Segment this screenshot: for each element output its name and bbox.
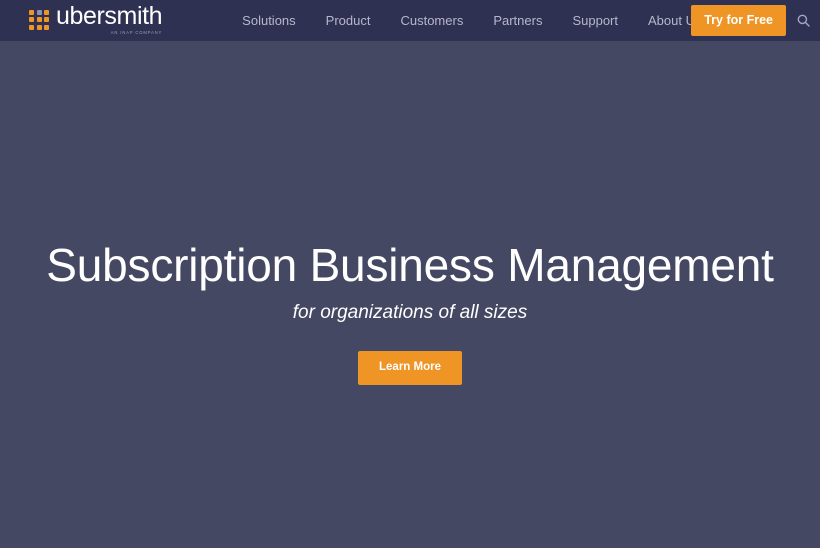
logo-dot bbox=[44, 17, 49, 22]
logo-dot bbox=[44, 9, 49, 15]
hero-content: Subscription Business Management for org… bbox=[0, 41, 820, 385]
try-for-free-button[interactable]: Try for Free bbox=[691, 5, 786, 36]
logo-dot-accent bbox=[36, 9, 42, 15]
nav-item-product[interactable]: Product bbox=[326, 0, 371, 41]
site-header: ubersmith AN INAP COMPANY Solutions Prod… bbox=[0, 0, 820, 41]
nav-item-support[interactable]: Support bbox=[572, 0, 618, 41]
logo-dot bbox=[29, 24, 34, 30]
main-navigation: Solutions Product Customers Partners Sup… bbox=[242, 0, 701, 41]
logo-text-wrap: ubersmith AN INAP COMPANY bbox=[56, 2, 163, 36]
logo-dot-grid-icon bbox=[29, 9, 49, 30]
logo-dot bbox=[29, 9, 34, 15]
logo-dot bbox=[29, 17, 34, 22]
logo-dot bbox=[36, 24, 42, 30]
logo-tagline: AN INAP COMPANY bbox=[110, 30, 163, 35]
logo-dot bbox=[44, 24, 49, 30]
site-logo[interactable]: ubersmith AN INAP COMPANY bbox=[29, 0, 163, 41]
hero-title: Subscription Business Management bbox=[46, 239, 774, 291]
header-actions: Try for Free bbox=[691, 0, 820, 41]
nav-item-solutions[interactable]: Solutions bbox=[242, 0, 295, 41]
logo-wordmark: ubersmith bbox=[56, 2, 163, 30]
hero-subtitle: for organizations of all sizes bbox=[292, 302, 528, 323]
learn-more-button[interactable]: Learn More bbox=[358, 351, 462, 385]
nav-item-customers[interactable]: Customers bbox=[400, 0, 463, 41]
hero-section: Subscription Business Management for org… bbox=[0, 41, 820, 548]
search-button[interactable] bbox=[786, 0, 820, 41]
nav-item-partners[interactable]: Partners bbox=[493, 0, 542, 41]
logo-dot bbox=[36, 17, 42, 22]
search-icon bbox=[797, 14, 810, 27]
